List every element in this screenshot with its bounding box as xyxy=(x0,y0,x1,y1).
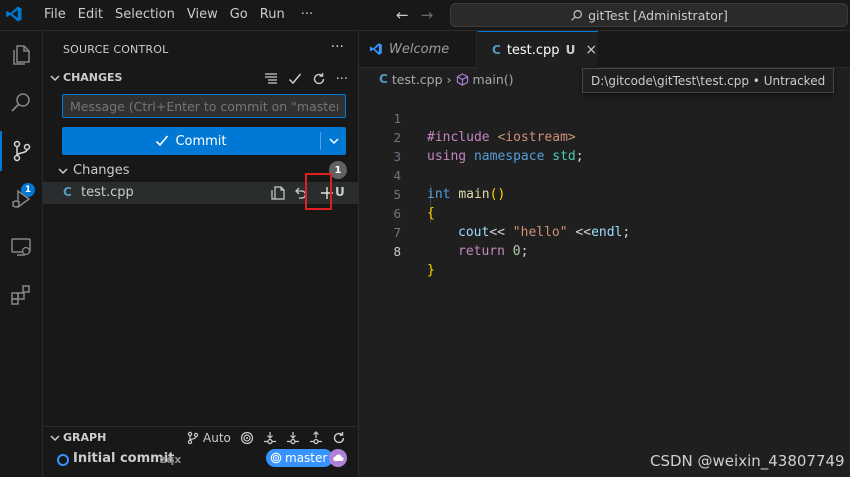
changes-section-header[interactable]: CHANGES ··· xyxy=(43,68,358,90)
watermark: CSDN @weixin_43807749 xyxy=(650,452,845,470)
tab-welcome-label: Welcome xyxy=(389,41,450,57)
target-icon[interactable] xyxy=(240,431,254,445)
breadcrumb-file[interactable]: test.cpp xyxy=(392,72,443,87)
commit-button-group: Commit xyxy=(62,127,346,155)
chevron-right-icon: › xyxy=(446,71,452,87)
code-line: 1 #include <iostream> xyxy=(359,90,850,145)
menu-view[interactable]: View xyxy=(181,0,224,30)
remote-explorer-icon[interactable] xyxy=(0,227,42,267)
cloud-icon xyxy=(329,449,347,467)
commit-button-label: Commit xyxy=(175,133,227,149)
menu-go[interactable]: Go xyxy=(224,0,254,30)
line-number: 8 xyxy=(393,244,401,259)
target-icon xyxy=(270,452,282,464)
activity-bar: 1 xyxy=(0,31,43,477)
changed-file-name: test.cpp xyxy=(81,185,134,200)
graph-commit-row[interactable]: Initial commit zqx master xyxy=(43,448,358,470)
push-icon[interactable] xyxy=(309,431,323,445)
menu-run[interactable]: Run xyxy=(254,0,291,30)
editor-area: Welcome C test.cpp U × C test.cpp › main… xyxy=(359,31,850,477)
chevron-down-icon xyxy=(50,75,60,82)
chevron-down-icon xyxy=(328,138,339,145)
menu-edit[interactable]: Edit xyxy=(72,0,109,30)
search-icon xyxy=(571,9,583,21)
symbol-method-icon xyxy=(456,72,468,86)
graph-actions: Auto xyxy=(186,427,346,449)
branch-icon[interactable] xyxy=(186,431,200,445)
vscode-logo-icon xyxy=(6,6,22,22)
explorer-icon[interactable] xyxy=(0,35,42,75)
menu-selection[interactable]: Selection xyxy=(109,0,181,30)
graph-section-label: GRAPH xyxy=(63,431,107,444)
tab-test-cpp[interactable]: C test.cpp U × xyxy=(478,31,598,68)
check-icon xyxy=(156,135,169,147)
code-editor[interactable]: 1 #include <iostream> 2 using namespace … xyxy=(359,90,850,278)
source-control-icon[interactable] xyxy=(0,131,42,171)
tab-welcome[interactable]: Welcome xyxy=(359,31,477,67)
command-center[interactable]: gitTest [Administrator] xyxy=(450,3,848,27)
menu-more-button[interactable]: ··· xyxy=(291,0,323,30)
changes-section-label: CHANGES xyxy=(63,71,123,84)
extensions-icon[interactable] xyxy=(0,275,42,315)
code-line: 6 cout<< "hello" <<endl; xyxy=(359,185,850,240)
menu-bar: File Edit Selection View Go Run ··· xyxy=(38,0,323,30)
pull-icon[interactable] xyxy=(286,431,300,445)
code-line: 5 { xyxy=(359,166,850,221)
run-debug-icon[interactable] xyxy=(0,179,42,219)
sidebar-more-button[interactable]: ··· xyxy=(331,39,344,55)
code-line: 8 } xyxy=(359,223,850,278)
code-line: 3 xyxy=(359,128,850,164)
menu-file[interactable]: File xyxy=(38,0,72,30)
graph-auto-label[interactable]: Auto xyxy=(203,431,231,445)
refresh-icon[interactable] xyxy=(312,72,326,86)
editor-tab-bar: Welcome C test.cpp U × xyxy=(359,31,850,68)
view-as-tree-icon[interactable] xyxy=(264,72,278,86)
code-line: 7 return 0; xyxy=(359,204,850,259)
vscode-logo-icon xyxy=(369,43,382,55)
title-bar: File Edit Selection View Go Run ··· ← → … xyxy=(0,0,850,31)
breadcrumb-symbol[interactable]: main() xyxy=(473,72,514,87)
fetch-icon[interactable] xyxy=(263,431,277,445)
code-line: 2 using namespace std; xyxy=(359,109,850,164)
changes-group-label: Changes xyxy=(73,163,130,178)
commit-button[interactable]: Commit xyxy=(62,127,320,155)
command-center-label: gitTest [Administrator] xyxy=(588,7,728,23)
chevron-down-icon xyxy=(50,435,60,442)
back-arrow-icon[interactable]: ← xyxy=(396,6,409,24)
close-icon[interactable]: × xyxy=(585,42,597,58)
graph-commit-author: zqx xyxy=(160,453,182,466)
cpp-file-icon: C xyxy=(492,43,501,57)
graph-section-header[interactable]: GRAPH Auto xyxy=(43,426,358,449)
code-line: 4 int main() xyxy=(359,147,850,202)
commit-message-input[interactable] xyxy=(62,94,346,118)
open-file-icon[interactable] xyxy=(271,186,285,200)
tab-status-untracked: U xyxy=(565,43,576,57)
forward-arrow-icon[interactable]: → xyxy=(421,6,434,24)
source-control-sidebar: SOURCE CONTROL ··· CHANGES ··· Commit Ch… xyxy=(43,31,359,477)
changes-section-actions: ··· xyxy=(264,68,348,90)
sidebar-title: SOURCE CONTROL xyxy=(63,43,169,56)
branch-badge: master xyxy=(266,449,334,467)
annotation-highlight-box xyxy=(305,173,332,210)
commit-node-icon xyxy=(57,454,69,466)
breadcrumb: C test.cpp › main() xyxy=(379,69,514,89)
cpp-file-icon: C xyxy=(379,72,388,86)
tab-test-cpp-label: test.cpp xyxy=(506,42,560,58)
navigation-arrows: ← → xyxy=(396,6,433,24)
chevron-down-icon xyxy=(58,168,68,175)
cpp-file-icon: C xyxy=(63,185,72,199)
changes-more-button[interactable]: ··· xyxy=(336,72,348,87)
refresh-icon[interactable] xyxy=(332,431,346,445)
commit-check-icon[interactable] xyxy=(288,72,302,86)
file-status-untracked: U xyxy=(335,185,345,199)
search-icon[interactable] xyxy=(0,83,42,123)
commit-dropdown-button[interactable] xyxy=(321,127,346,155)
branch-name: master xyxy=(285,451,328,465)
